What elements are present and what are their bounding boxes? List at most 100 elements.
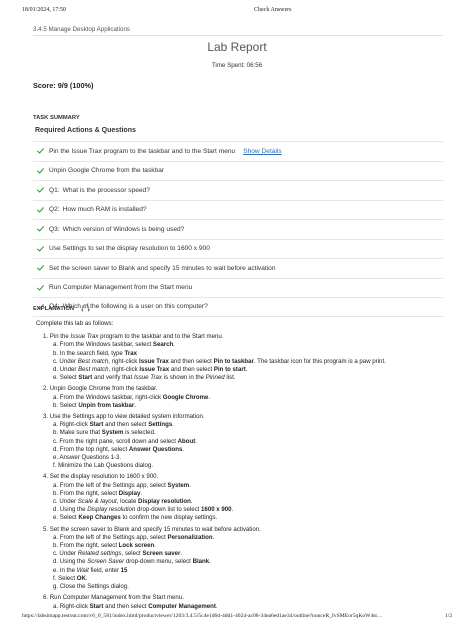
- step-text: b. From the right, select: [53, 489, 119, 497]
- step-text: e. Select: [53, 514, 79, 522]
- step-text: .: [208, 393, 211, 401]
- task-row: Q3: Which version of Windows is being use…: [33, 219, 443, 239]
- step-text: .: [182, 445, 185, 453]
- task-row: Use Settings to set the display resoluti…: [33, 238, 443, 259]
- step-text: to confirm the new display settings.: [120, 514, 218, 522]
- italic-text: Pinned: [205, 374, 225, 382]
- checkmark-icon: [35, 187, 45, 193]
- step-instruction: b. Select Unpin from taskbar.: [53, 402, 444, 410]
- task-row: Q1: What is the processor speed?: [33, 180, 443, 200]
- print-title: Check Answers: [254, 7, 292, 13]
- step-text: .: [189, 481, 191, 489]
- step-text: c. Under: [53, 550, 78, 558]
- step-heading: 1. Pin the Issue Trax program to the tas…: [43, 333, 444, 341]
- step-heading: 4. Set the display resolution to 1600 x …: [43, 473, 444, 481]
- step-text: a. From the left of the Settings app, se…: [53, 533, 168, 541]
- step-text: .: [173, 341, 175, 349]
- step-text: and then select: [103, 602, 149, 610]
- step-text: , locate: [116, 498, 139, 506]
- page-number: 1/2: [445, 613, 453, 619]
- italic-text: Issue Trax: [70, 333, 99, 341]
- step-text: e. In the: [53, 566, 77, 574]
- step-instruction: c. From the right pane, scroll down and …: [53, 438, 444, 446]
- task-text: What is the processor speed?: [62, 186, 150, 194]
- step-text: b. In the search field, type: [53, 349, 125, 357]
- checkmark-icon: [35, 207, 45, 213]
- step-text: .: [85, 574, 88, 582]
- step-text: .: [245, 366, 248, 374]
- checkmark-icon: [35, 265, 45, 271]
- step-text: c. From the right pane, scroll down and …: [53, 437, 178, 445]
- bold-text: Issue Trax: [139, 357, 169, 365]
- step-heading: 6. Run Computer Management from the Star…: [43, 594, 444, 602]
- step-instruction: b. In the search field, type Trax: [53, 350, 444, 358]
- explanation-step: 5. Set the screen saver to Blank and spe…: [43, 526, 444, 592]
- step-text: 4. Set the display resolution to 1600 x …: [43, 473, 159, 481]
- step-text: a. From the Windows taskbar, select: [53, 341, 153, 349]
- steps-container: 1. Pin the Issue Trax program to the tas…: [36, 333, 444, 611]
- checkmark-icon: [35, 226, 45, 232]
- step-text: a. Right-click: [53, 602, 90, 610]
- checkmark-icon: [35, 148, 45, 154]
- bold-text: 15: [120, 566, 128, 574]
- headphones-icon[interactable]: [81, 304, 90, 314]
- explanation-step: 2. Unpin Google Chrome from the taskbar.…: [43, 385, 444, 410]
- explanation-steps: Complete this lab as follows: 1. Pin the…: [36, 320, 444, 611]
- step-text: .: [154, 542, 156, 550]
- step-text: f. Minimize the Lab Questions dialog.: [53, 462, 153, 470]
- step-instruction: a. From the Windows taskbar, right-click…: [53, 394, 444, 402]
- step-instruction: f. Select OK.: [53, 575, 444, 583]
- step-instruction: c. Under Scale & layout, locate Display …: [53, 498, 444, 506]
- step-text: d. Under: [53, 366, 79, 374]
- step-instruction: d. From the top right, select Answer Que…: [53, 446, 444, 454]
- bold-text: Display resolution: [138, 498, 191, 506]
- bold-text: Unpin from taskbar: [78, 401, 135, 409]
- step-instruction: a. From the left of the Settings app, se…: [53, 482, 444, 490]
- step-text: d. From the top right, select: [53, 445, 129, 453]
- italic-text: Wait: [76, 566, 89, 574]
- explanation-label: EXPLANATION: [33, 306, 75, 312]
- bold-text: Display: [118, 489, 141, 497]
- step-text: and verify that: [92, 374, 134, 382]
- step-instruction: e. In the Wait field, enter 15: [53, 567, 444, 575]
- bold-text: Answer Questions: [128, 445, 183, 453]
- bold-text: OK: [76, 574, 86, 582]
- task-text: Use Settings to set the display resoluti…: [49, 245, 210, 253]
- step-heading: 3. Use the Settings app to view detailed…: [43, 413, 444, 421]
- step-instruction: d. Using the Screen Saver drop-down menu…: [53, 558, 444, 566]
- step-instruction: e. Answer Questions 1-3.: [53, 454, 444, 462]
- step-text: 1. Pin the: [43, 333, 71, 341]
- bold-text: Personalization: [167, 533, 213, 541]
- step-text: e. Answer Questions 1-3.: [53, 454, 122, 462]
- step-instruction: b. From the right, select Display.: [53, 490, 444, 498]
- step-instruction: e. Select Start and verify that Issue Tr…: [53, 374, 444, 382]
- step-instruction: d. Under Best match, right-click Issue T…: [53, 366, 444, 374]
- bold-text: System: [101, 429, 124, 437]
- checkmark-icon: [35, 246, 45, 252]
- step-instruction: c. Under Best match, right-click Issue T…: [53, 358, 444, 366]
- bold-text: Start: [78, 374, 93, 382]
- bold-text: Computer Management: [148, 602, 216, 610]
- step-text: a. From the left of the Settings app, se…: [53, 481, 168, 489]
- step-text: g. Close the Settings dialog.: [53, 583, 129, 591]
- show-details-link[interactable]: Show Details: [243, 148, 281, 155]
- task-row: Pin the Issue Trax program to the taskba…: [33, 141, 443, 161]
- step-text: is selected.: [123, 429, 156, 437]
- bold-text: System: [167, 481, 190, 489]
- step-text: drop-down menu, select: [124, 558, 193, 566]
- step-instruction: b. Make sure that System is selected.: [53, 429, 444, 437]
- step-text: e. Select: [53, 374, 79, 382]
- step-heading: 5. Set the screen saver to Blank and spe…: [43, 526, 444, 534]
- step-text: drop-down list to select: [135, 506, 202, 514]
- question-number: Q2:: [49, 206, 60, 214]
- question-number: Q1:: [49, 186, 60, 194]
- task-row: Set the screen saver to Blank and specif…: [33, 258, 443, 278]
- step-text: .: [172, 421, 174, 429]
- page-title: Lab Report: [207, 40, 267, 54]
- bold-text: Pin to taskbar: [213, 357, 254, 365]
- bold-text: Keep Changes: [78, 514, 121, 522]
- task-summary-heading: TASK SUMMARY: [33, 115, 80, 121]
- explanation-step: 6. Run Computer Management from the Star…: [43, 594, 444, 610]
- step-text: .: [209, 558, 211, 566]
- bold-text: About: [177, 437, 196, 445]
